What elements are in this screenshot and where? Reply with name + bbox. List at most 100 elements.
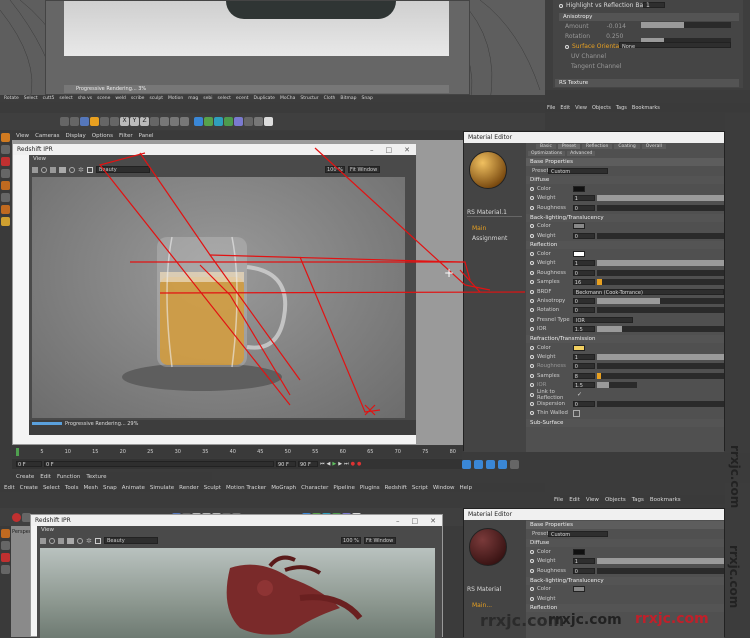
refraction-samples-slider[interactable] xyxy=(596,372,724,379)
viewport-menu-options[interactable]: Options xyxy=(92,133,113,139)
menu-help[interactable]: Help xyxy=(460,485,473,491)
ipr-stop-icon[interactable] xyxy=(32,166,38,173)
top-menu-item[interactable]: select xyxy=(218,96,231,101)
z-axis-icon[interactable]: Z xyxy=(140,117,149,126)
undo-icon[interactable] xyxy=(60,117,69,126)
camera-icon[interactable] xyxy=(254,117,263,126)
anisotropy-section[interactable]: Anisotropy xyxy=(559,13,739,21)
ipr-settings-icon[interactable]: ✲ xyxy=(86,537,92,544)
top-menu-item[interactable]: Select xyxy=(24,96,38,101)
viewport-menu-view[interactable]: View xyxy=(16,133,29,139)
menu-objects[interactable]: Objects xyxy=(592,105,611,111)
radio-icon[interactable] xyxy=(530,187,534,192)
keyframe-icon[interactable] xyxy=(498,459,507,469)
menu-edit[interactable]: Edit xyxy=(569,497,580,503)
ipr-lock-icon[interactable] xyxy=(58,537,64,544)
timeline-ruler[interactable]: 0 5 10 15 20 25 30 35 40 45 50 55 60 65 … xyxy=(16,446,456,458)
backlighting-section[interactable]: Back-lighting/Translucency xyxy=(526,213,724,222)
radio-icon[interactable] xyxy=(559,3,563,8)
diffuse-weight-slider-2[interactable] xyxy=(596,558,724,565)
redo-icon[interactable] xyxy=(70,117,79,126)
dispersion-slider[interactable] xyxy=(596,400,724,407)
pen-icon[interactable] xyxy=(204,117,213,126)
menu-tags[interactable]: Tags xyxy=(632,497,644,503)
close-icon[interactable]: ✕ xyxy=(404,146,410,154)
subdivision-icon[interactable] xyxy=(214,117,223,126)
ipr-menu-view[interactable]: View xyxy=(33,156,46,162)
rotation-slider[interactable] xyxy=(596,307,724,314)
reflection-roughness-slider[interactable] xyxy=(596,269,724,276)
keyframe-icon[interactable] xyxy=(474,459,483,469)
refraction-weight-slider[interactable] xyxy=(596,353,724,360)
menu-snap[interactable]: Snap xyxy=(103,485,117,491)
diffuse-weight-slider[interactable] xyxy=(596,195,724,202)
radio-icon[interactable] xyxy=(565,44,569,49)
surface-orientation-select[interactable]: None xyxy=(619,42,731,50)
mat-menu-function[interactable]: Function xyxy=(57,474,80,480)
scene-icon[interactable] xyxy=(244,117,253,126)
sub-surface-section[interactable]: Sub-Surface xyxy=(526,418,724,427)
brdf-select[interactable]: Beckmann (Cook-Torrance) xyxy=(572,288,724,296)
tab-advanced[interactable]: Advanced xyxy=(567,151,596,156)
menu-script[interactable]: Script xyxy=(412,485,428,491)
ipr-circle-icon[interactable] xyxy=(69,166,75,173)
diffuse-roughness-field[interactable]: 0 xyxy=(572,204,595,212)
diffuse-roughness-slider-2[interactable] xyxy=(596,567,724,574)
diffuse-weight-field-2[interactable]: 1 xyxy=(572,558,595,565)
top-menu-item[interactable]: mag xyxy=(188,96,198,101)
base-properties-header[interactable]: Base Properties xyxy=(526,158,724,166)
tool-icon[interactable] xyxy=(1,145,10,154)
ipr-refresh-icon[interactable] xyxy=(41,166,47,173)
reflection-samples-slider[interactable] xyxy=(596,279,724,286)
diffuse-section-2[interactable]: Diffuse xyxy=(526,539,724,548)
radio-icon[interactable] xyxy=(530,280,534,285)
menu-plugins[interactable]: Plugins xyxy=(360,485,380,491)
prev-frame-icon[interactable]: ◀ xyxy=(327,461,331,467)
radio-icon[interactable] xyxy=(530,401,534,406)
refraction-ior-field[interactable]: 1.5 xyxy=(573,382,595,389)
y-axis-icon[interactable]: Y xyxy=(130,117,139,126)
radio-icon[interactable] xyxy=(530,224,534,229)
ipr2-zoom-select[interactable]: 100 % xyxy=(341,537,361,544)
fresnel-type-select[interactable]: IOR xyxy=(573,316,633,324)
tool-icon[interactable] xyxy=(1,529,10,538)
radio-icon[interactable] xyxy=(530,596,534,601)
grid-icon[interactable] xyxy=(510,459,519,469)
ipr-circle-icon[interactable] xyxy=(77,537,83,544)
top-menu-item[interactable]: ecent xyxy=(236,96,249,101)
rotation-field[interactable]: 0 xyxy=(572,307,595,314)
menu-motion-tracker[interactable]: Motion Tracker xyxy=(226,485,266,491)
top-menu-item[interactable]: sculpt xyxy=(149,96,163,101)
end-frame-field[interactable]: 90 F xyxy=(276,461,296,468)
goto-end-icon[interactable]: ⏭ xyxy=(344,461,349,467)
preset-select-2[interactable]: Custom xyxy=(548,530,608,538)
menu-bookmarks[interactable]: Bookmarks xyxy=(650,497,681,503)
menu-pipeline[interactable]: Pipeline xyxy=(333,485,355,491)
array-icon[interactable] xyxy=(224,117,233,126)
backlighting-section-2[interactable]: Back-lighting/Translucency xyxy=(526,576,724,585)
mat-menu-edit[interactable]: Edit xyxy=(40,474,51,480)
diffuse-color-swatch-2[interactable] xyxy=(573,549,585,556)
timeline-playhead[interactable] xyxy=(16,448,19,456)
ipr-zoom-select[interactable]: 100 % xyxy=(325,166,345,173)
tool-icon[interactable] xyxy=(1,541,10,550)
top-menu-item[interactable]: sha vs xyxy=(78,96,92,101)
radio-icon[interactable] xyxy=(530,327,534,332)
radio-icon[interactable] xyxy=(530,411,534,416)
reflection-samples-field[interactable]: 16 xyxy=(572,279,595,286)
top-menu-item[interactable]: cutt5 xyxy=(43,96,55,101)
menu-view[interactable]: View xyxy=(586,497,599,503)
reflection-weight-slider[interactable] xyxy=(596,260,724,267)
menu-view[interactable]: View xyxy=(575,105,587,111)
top-menu-item[interactable]: Duplicate xyxy=(254,96,275,101)
refraction-weight-field[interactable]: 1 xyxy=(572,353,595,361)
menu-redshift[interactable]: Redshift xyxy=(385,485,407,491)
top-menu-item[interactable]: Snap xyxy=(362,96,373,101)
menu-bookmarks[interactable]: Bookmarks xyxy=(632,105,660,111)
thin-walled-checkbox[interactable] xyxy=(573,409,580,417)
menu-sculpt[interactable]: Sculpt xyxy=(204,485,221,491)
frame-range-slider[interactable]: 0 F xyxy=(44,461,274,468)
refraction-roughness-field[interactable]: 0 xyxy=(572,363,595,370)
menu-mograph[interactable]: MoGraph xyxy=(271,485,296,491)
autokey-icon[interactable]: ● xyxy=(357,461,361,467)
